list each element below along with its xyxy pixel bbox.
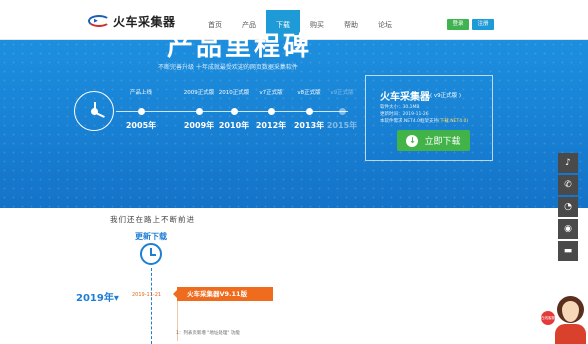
service-badge: 在线客服 bbox=[541, 311, 555, 325]
download-requirement: 本软件需求.NET4.0框架支持(下载.NET4.0) bbox=[380, 118, 468, 124]
requirement-text: 本软件需求.NET4.0框架支持 bbox=[380, 119, 439, 124]
nav-item-forum[interactable]: 论坛 bbox=[368, 10, 402, 40]
update-timeline-line bbox=[151, 268, 152, 344]
timeline-label: v8正式版 bbox=[297, 90, 321, 96]
timeline-node bbox=[138, 108, 145, 115]
download-version: ( v9正式版 ) bbox=[430, 93, 462, 99]
clock-icon bbox=[74, 91, 114, 131]
version-tag[interactable]: 火车采集器V9.11版 bbox=[173, 287, 273, 301]
login-button[interactable]: 登录 bbox=[447, 19, 469, 30]
logo-emblem-icon: ▶ bbox=[88, 14, 110, 28]
site-logo[interactable]: ▶ 火车采集器 bbox=[88, 12, 176, 30]
timeline-year: 2015年 bbox=[326, 121, 358, 130]
banner-subtitle: 不断完善升级 十年成就最受欢迎的网页数据采集软件 bbox=[158, 64, 298, 71]
timeline-label: 2009正式版 bbox=[183, 90, 215, 96]
update-section-title: 更新下载 bbox=[135, 232, 167, 241]
weibo-icon[interactable]: ◉ bbox=[558, 219, 578, 239]
online-service-avatar[interactable]: 在线客服 bbox=[541, 296, 588, 344]
timeline-node bbox=[231, 108, 238, 115]
agent-body bbox=[555, 324, 586, 344]
timeline-node bbox=[306, 108, 313, 115]
nav-item-help[interactable]: 帮助 bbox=[334, 10, 368, 40]
timeline-year: 2005年 bbox=[125, 121, 157, 130]
timeline-year: 2010年 bbox=[218, 121, 250, 130]
timeline-label: 2010正式版 bbox=[218, 90, 250, 96]
slogan: 我们还在路上不断前进 bbox=[110, 215, 195, 224]
download-title: 火车采集器 bbox=[380, 92, 430, 103]
timeline-label: 产品上线 bbox=[129, 90, 153, 96]
download-updated: 更新时间：2019-11-26 bbox=[380, 112, 429, 117]
year-selector[interactable]: 2019年▾ bbox=[76, 289, 119, 304]
timeline-node bbox=[196, 108, 203, 115]
timeline-year: 2013年 bbox=[293, 121, 325, 130]
agent-head bbox=[557, 296, 584, 323]
download-button-label: 立即下载 bbox=[424, 137, 461, 147]
feature-item: 1：列表页新增 "地址处理" 功能 bbox=[176, 331, 240, 336]
chat-icon[interactable]: ▬ bbox=[558, 241, 578, 261]
bell-icon[interactable]: ♪ bbox=[558, 153, 578, 173]
release-date: 2019-11-21 bbox=[132, 292, 162, 298]
phone-icon[interactable]: ✆ bbox=[558, 175, 578, 195]
timeline-node bbox=[339, 108, 346, 115]
net-download-link[interactable]: (下载.NET4.0) bbox=[438, 119, 468, 124]
timeline-node bbox=[268, 108, 275, 115]
register-button[interactable]: 注册 bbox=[472, 19, 494, 30]
side-toolbar: ♪ ✆ ◔ ◉ ▬ bbox=[558, 153, 578, 263]
download-arrow-icon: ↓ bbox=[406, 134, 419, 147]
timeline-label: v9正式版 bbox=[330, 90, 354, 96]
download-now-button[interactable]: ↓ 立即下载 bbox=[397, 130, 470, 151]
timeline-label: v7正式版 bbox=[259, 90, 283, 96]
timeline-year: 2009年 bbox=[183, 121, 215, 130]
banner-title: 产品里程碑 bbox=[167, 32, 313, 62]
download-size: 软件大小：30.1MB bbox=[380, 105, 420, 110]
wechat-icon[interactable]: ◔ bbox=[558, 197, 578, 217]
timeline-year: 2012年 bbox=[255, 121, 287, 130]
update-clock-icon bbox=[140, 243, 162, 265]
